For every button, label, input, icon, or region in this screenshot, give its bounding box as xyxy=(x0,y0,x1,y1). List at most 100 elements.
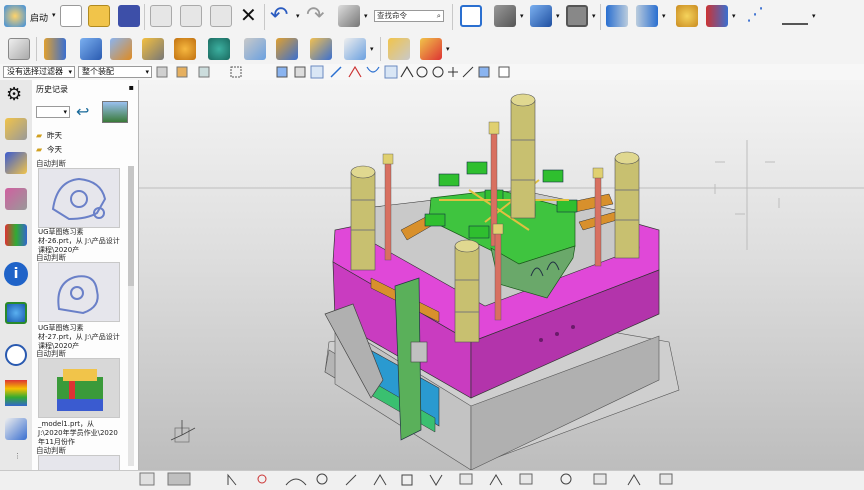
quick-extend-icon[interactable] xyxy=(489,474,503,486)
guide-pillar[interactable] xyxy=(510,93,536,219)
circle-icon[interactable] xyxy=(316,473,328,485)
view-orientation-icon[interactable] xyxy=(494,5,516,27)
start-menu-icon[interactable] xyxy=(4,5,26,27)
profile-icon[interactable] xyxy=(227,473,237,486)
reuse-library-icon[interactable] xyxy=(5,224,27,246)
command-dropdown-icon[interactable]: ▾ xyxy=(364,12,368,20)
web-browser-icon[interactable] xyxy=(5,302,27,324)
arc-center-icon[interactable] xyxy=(400,65,414,78)
datum-axis-icon[interactable]: ⋰ xyxy=(746,4,764,25)
feature-dropdown-icon[interactable]: ▾ xyxy=(370,45,374,53)
split-body-icon[interactable] xyxy=(276,38,298,60)
quadrant-point-icon[interactable] xyxy=(416,66,428,78)
dimension-icon[interactable] xyxy=(627,474,641,486)
snap-view-icon[interactable] xyxy=(706,5,728,27)
entry-thumbnail[interactable] xyxy=(38,262,120,322)
snap-dropdown-icon[interactable]: ▾ xyxy=(732,12,736,20)
quick-trim-icon[interactable] xyxy=(459,473,473,485)
boss-icon[interactable] xyxy=(110,38,132,60)
snap-settings-icon[interactable] xyxy=(478,66,490,78)
edit-section-icon[interactable] xyxy=(636,5,658,27)
fit-view-icon[interactable] xyxy=(460,5,482,27)
guide-pillar[interactable] xyxy=(454,239,480,343)
landscape-thumbnail-icon[interactable] xyxy=(102,101,128,123)
start-label[interactable]: 启动 xyxy=(30,11,48,24)
line-tool-icon[interactable] xyxy=(345,474,357,486)
clear-snap-icon[interactable] xyxy=(498,66,510,78)
history-view-select[interactable]: ▾ xyxy=(36,106,70,118)
command-finder-icon[interactable] xyxy=(338,5,360,27)
measure-dropdown-icon[interactable]: ▾ xyxy=(812,12,816,20)
existing-point-icon[interactable] xyxy=(432,66,444,78)
circle-tool-icon[interactable] xyxy=(257,474,267,484)
undo-dropdown-icon[interactable]: ▾ xyxy=(296,12,300,20)
offset-curve-icon[interactable] xyxy=(560,473,572,485)
control-point-icon[interactable] xyxy=(366,66,380,73)
pattern-face-icon[interactable] xyxy=(174,38,196,60)
entry-thumbnail[interactable] xyxy=(38,455,120,471)
shaded-cube-icon[interactable] xyxy=(530,5,552,27)
mirror-curve-icon[interactable] xyxy=(593,473,607,485)
sketch-icon[interactable] xyxy=(8,38,30,60)
copy-icon[interactable] xyxy=(180,5,202,27)
part-navigator-icon[interactable] xyxy=(5,188,27,210)
guide-pillar[interactable] xyxy=(350,165,376,271)
back-arrow-icon[interactable]: ↩ xyxy=(76,102,89,121)
background-dropdown-icon[interactable]: ▾ xyxy=(592,12,596,20)
arc-tool-icon[interactable] xyxy=(285,478,307,486)
sketch-name-icon[interactable] xyxy=(167,472,191,486)
edge-blend-icon[interactable] xyxy=(310,38,332,60)
process-studio-icon[interactable] xyxy=(5,418,27,440)
save-icon[interactable] xyxy=(118,5,140,27)
undo-icon[interactable]: ↶ xyxy=(270,3,288,28)
assemblies-dropdown-icon[interactable]: ▾ xyxy=(446,45,450,53)
entry-thumbnail[interactable] xyxy=(38,168,120,228)
group-today[interactable]: 今天 xyxy=(47,144,62,155)
mold-assembly-model[interactable] xyxy=(139,80,864,470)
history-clock-icon[interactable] xyxy=(5,344,27,366)
paste-icon[interactable] xyxy=(210,5,232,27)
select-component-icon[interactable] xyxy=(294,66,306,78)
scrollbar-thumb[interactable] xyxy=(128,166,134,286)
select-feature-icon[interactable] xyxy=(156,66,168,78)
group-yesterday[interactable]: 昨天 xyxy=(47,130,62,141)
open-folder-icon[interactable] xyxy=(88,5,110,27)
make-corner-icon[interactable] xyxy=(519,473,533,485)
rectangle-tool-icon[interactable] xyxy=(401,474,413,486)
select-faces-icon[interactable] xyxy=(198,66,210,78)
info-icon[interactable]: i xyxy=(4,262,28,286)
more-icon[interactable]: ⋮ xyxy=(14,452,21,460)
command-search-input[interactable]: 查找命令 ⌕ xyxy=(374,10,444,22)
studio-palette-icon[interactable] xyxy=(676,5,698,27)
select-body-icon[interactable] xyxy=(276,66,288,78)
panel-scrollbar[interactable] xyxy=(128,166,134,466)
mid-point-icon[interactable] xyxy=(348,65,362,78)
new-file-icon[interactable] xyxy=(60,5,82,27)
delete-body-icon[interactable] xyxy=(420,38,442,60)
delete-icon[interactable]: ✕ xyxy=(240,4,257,26)
cut-icon[interactable] xyxy=(150,5,172,27)
finish-sketch-icon[interactable] xyxy=(139,472,155,486)
unite-icon[interactable] xyxy=(208,38,230,60)
entry-thumbnail[interactable] xyxy=(38,358,120,418)
pattern-feature-icon[interactable] xyxy=(142,38,164,60)
constraint-icon[interactable] xyxy=(659,473,673,485)
assembly-scope-select[interactable]: 整个装配 ▾ xyxy=(78,66,152,78)
settings-gear-icon[interactable]: ⚙ xyxy=(6,84,22,105)
start-dropdown-icon[interactable]: ▾ xyxy=(52,11,56,19)
section-view-icon[interactable] xyxy=(606,5,628,27)
guide-pillar[interactable] xyxy=(614,151,640,259)
constraint-navigator-icon[interactable] xyxy=(5,152,27,174)
general-selection-icon[interactable] xyxy=(176,66,188,78)
assemblies-icon[interactable] xyxy=(388,38,410,60)
panel-menu-icon[interactable]: ▪ xyxy=(129,83,134,92)
graphics-window[interactable] xyxy=(139,80,864,470)
rectangle-select-icon[interactable] xyxy=(230,66,242,78)
snap-enable-icon[interactable] xyxy=(310,65,324,79)
polygon-tool-icon[interactable] xyxy=(429,474,443,486)
bounded-grid-icon[interactable] xyxy=(462,66,474,78)
assembly-navigator-icon[interactable] xyxy=(5,118,27,140)
background-icon[interactable] xyxy=(566,5,588,27)
intersection-point-icon[interactable] xyxy=(384,65,398,79)
chamfer-icon[interactable] xyxy=(344,38,366,60)
